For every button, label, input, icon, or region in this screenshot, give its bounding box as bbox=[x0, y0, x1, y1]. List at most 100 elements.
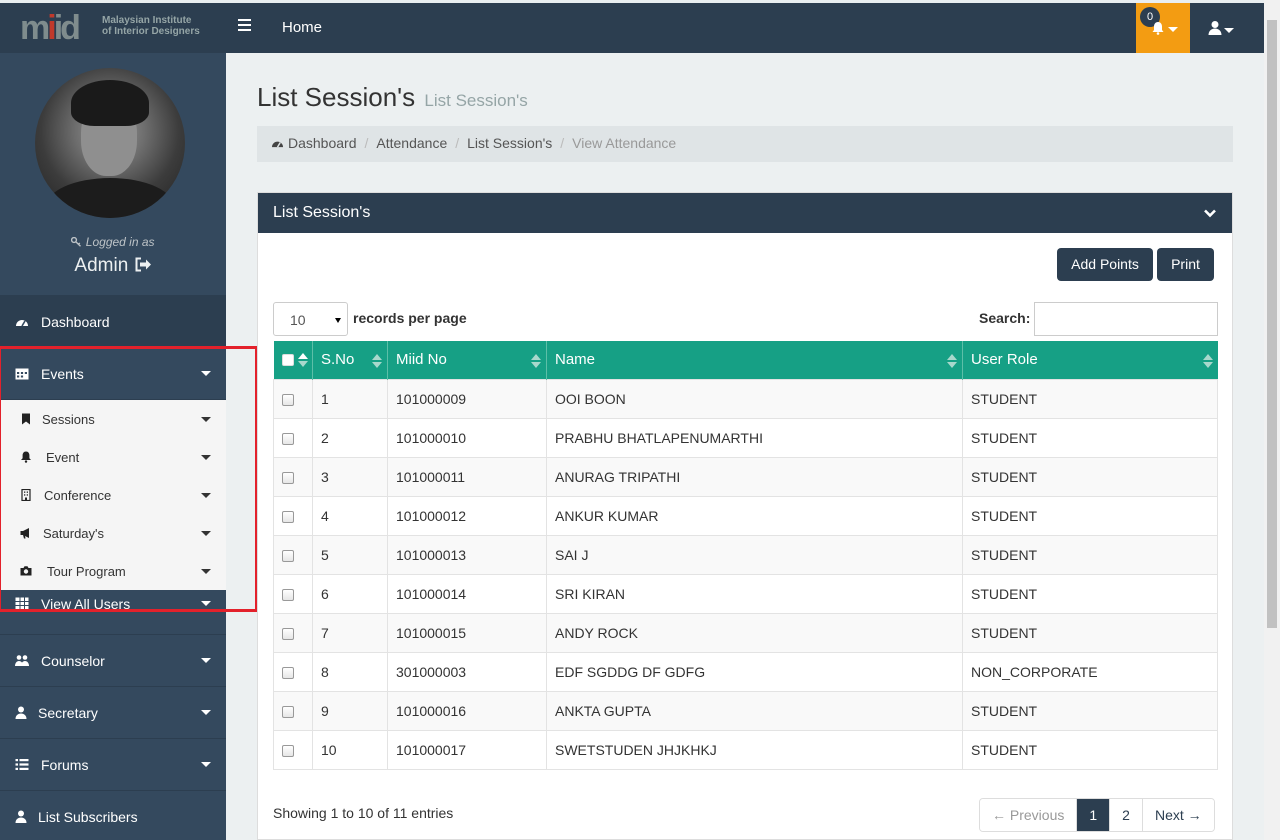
cell-miid-no: 101000010 bbox=[387, 417, 547, 458]
table-row[interactable]: 7 101000015 ANDY ROCK STUDENT bbox=[273, 612, 1218, 653]
row-checkbox[interactable] bbox=[282, 588, 294, 601]
table-row[interactable]: 10 101000017 SWETSTUDEN JHJKHKJ STUDENT bbox=[273, 729, 1218, 770]
column-header-sno[interactable]: S.No bbox=[312, 341, 388, 379]
user-icon bbox=[15, 810, 27, 823]
records-per-page-select[interactable]: 10 bbox=[273, 302, 348, 336]
camera-icon bbox=[20, 566, 32, 576]
chevron-down-icon bbox=[201, 569, 211, 574]
row-select-cell[interactable] bbox=[273, 573, 313, 614]
cell-miid-no: 101000016 bbox=[387, 690, 547, 731]
next-page-button[interactable]: Next → bbox=[1141, 799, 1214, 831]
sidebar-subitem-sessions[interactable]: Sessions bbox=[0, 400, 226, 438]
sidebar-item-secretary[interactable]: Secretary bbox=[0, 687, 226, 739]
scrollbar[interactable] bbox=[1264, 0, 1280, 840]
cell-name: SAI J bbox=[546, 534, 963, 575]
chevron-down-icon[interactable] bbox=[1204, 207, 1216, 219]
grid-icon bbox=[15, 597, 29, 610]
table-row[interactable]: 2 101000010 PRABHU BHATLAPENUMARTHI STUDENT bbox=[273, 417, 1218, 458]
user-name: Admin bbox=[0, 255, 226, 277]
table-row[interactable]: 8 301000003 EDF SGDDG DF GDFG NON_CORPORATE bbox=[273, 651, 1218, 692]
chevron-down-icon bbox=[201, 762, 211, 767]
breadcrumb-list-sessions[interactable]: List Session's bbox=[467, 135, 552, 151]
table-info: Showing 1 to 10 of 11 entries bbox=[273, 805, 454, 821]
table-row[interactable]: 5 101000013 SAI J STUDENT bbox=[273, 534, 1218, 575]
row-checkbox[interactable] bbox=[282, 627, 294, 640]
calendar-icon bbox=[15, 368, 29, 380]
print-button[interactable]: Print bbox=[1157, 248, 1214, 281]
sidebar-item-events[interactable]: Events bbox=[0, 348, 226, 400]
breadcrumb-view-attendance: View Attendance bbox=[572, 135, 677, 151]
sidebar-item-counselor[interactable]: Counselor bbox=[0, 635, 226, 687]
row-select-cell[interactable] bbox=[273, 534, 313, 575]
list-icon bbox=[15, 759, 29, 770]
sidebar-item-list-subscribers[interactable]: List Subscribers bbox=[0, 791, 226, 840]
cell-user-role: STUDENT bbox=[962, 612, 1218, 653]
chevron-down-icon[interactable] bbox=[1224, 28, 1234, 33]
row-checkbox[interactable] bbox=[282, 393, 294, 406]
table-row[interactable]: 4 101000012 ANKUR KUMAR STUDENT bbox=[273, 495, 1218, 536]
table-row[interactable]: 6 101000014 SRI KIRAN STUDENT bbox=[273, 573, 1218, 614]
page-button-2[interactable]: 2 bbox=[1109, 799, 1142, 831]
logo-mark: miid bbox=[20, 9, 81, 47]
row-checkbox[interactable] bbox=[282, 432, 294, 445]
notifications-button[interactable]: 0 bbox=[1136, 3, 1190, 53]
cell-sno: 2 bbox=[312, 417, 388, 458]
cell-sno: 6 bbox=[312, 573, 388, 614]
row-select-cell[interactable] bbox=[273, 378, 313, 419]
events-submenu: Sessions Event Conference Saturday's Tou… bbox=[0, 400, 226, 590]
row-checkbox[interactable] bbox=[282, 744, 294, 757]
row-select-cell[interactable] bbox=[273, 456, 313, 497]
breadcrumb-attendance[interactable]: Attendance bbox=[376, 135, 447, 151]
row-select-cell[interactable] bbox=[273, 690, 313, 731]
sidebar-subitem-conference[interactable]: Conference bbox=[0, 476, 226, 514]
add-points-button[interactable]: Add Points bbox=[1057, 248, 1153, 281]
cell-user-role: STUDENT bbox=[962, 729, 1218, 770]
table-row[interactable]: 9 101000016 ANKTA GUPTA STUDENT bbox=[273, 690, 1218, 731]
dashboard-icon bbox=[16, 320, 28, 327]
cell-user-role: STUDENT bbox=[962, 456, 1218, 497]
row-select-cell[interactable] bbox=[273, 651, 313, 692]
breadcrumb-dashboard[interactable]: Dashboard bbox=[288, 135, 357, 151]
logo[interactable]: miid Malaysian Institute of Interior Des… bbox=[0, 3, 226, 53]
cell-sno: 1 bbox=[312, 378, 388, 419]
table-row[interactable]: 1 101000009 OOI BOON STUDENT bbox=[273, 378, 1218, 419]
cell-name: PRABHU BHATLAPENUMARTHI bbox=[546, 417, 963, 458]
column-header-miid-no[interactable]: Miid No bbox=[387, 341, 547, 379]
select-all-header[interactable] bbox=[273, 341, 313, 379]
scrollbar-thumb[interactable] bbox=[1267, 20, 1277, 628]
page-button-1[interactable]: 1 bbox=[1076, 799, 1110, 831]
user-menu-icon[interactable] bbox=[1208, 20, 1222, 36]
sidebar-item-forums[interactable]: Forums bbox=[0, 739, 226, 791]
cell-miid-no: 101000014 bbox=[387, 573, 547, 614]
sidebar-subitem-tour-program[interactable]: Tour Program bbox=[0, 552, 226, 590]
chevron-down-icon bbox=[201, 658, 211, 663]
sort-icon bbox=[947, 354, 957, 368]
sidebar-subitem-saturdays[interactable]: Saturday's bbox=[0, 514, 226, 552]
home-link[interactable]: Home bbox=[282, 19, 322, 36]
sidebar-item-view-all-users[interactable]: View All Users bbox=[0, 590, 226, 635]
select-all-checkbox[interactable] bbox=[281, 354, 294, 367]
row-checkbox[interactable] bbox=[282, 549, 294, 562]
sidebar-subitem-event[interactable]: Event bbox=[0, 438, 226, 476]
row-select-cell[interactable] bbox=[273, 495, 313, 536]
row-checkbox[interactable] bbox=[282, 510, 294, 523]
search-input[interactable] bbox=[1034, 302, 1218, 336]
logged-in-label: Logged in as bbox=[0, 235, 226, 249]
menu-toggle-icon[interactable] bbox=[238, 19, 252, 33]
column-header-name[interactable]: Name bbox=[546, 341, 963, 379]
row-checkbox[interactable] bbox=[282, 471, 294, 484]
logout-icon[interactable] bbox=[134, 257, 152, 272]
key-icon bbox=[71, 236, 82, 247]
previous-page-button[interactable]: ← Previous bbox=[980, 799, 1077, 831]
column-header-user-role[interactable]: User Role bbox=[962, 341, 1218, 379]
sidebar-item-dashboard[interactable]: Dashboard bbox=[0, 296, 226, 348]
table-row[interactable]: 3 101000011 ANURAG TRIPATHI STUDENT bbox=[273, 456, 1218, 497]
row-checkbox[interactable] bbox=[282, 666, 294, 679]
row-select-cell[interactable] bbox=[273, 612, 313, 653]
chevron-down-icon bbox=[201, 455, 211, 460]
row-select-cell[interactable] bbox=[273, 417, 313, 458]
row-checkbox[interactable] bbox=[282, 705, 294, 718]
row-select-cell[interactable] bbox=[273, 729, 313, 770]
pagination: ← Previous 1 2 Next → bbox=[979, 798, 1215, 832]
cell-name: ANURAG TRIPATHI bbox=[546, 456, 963, 497]
